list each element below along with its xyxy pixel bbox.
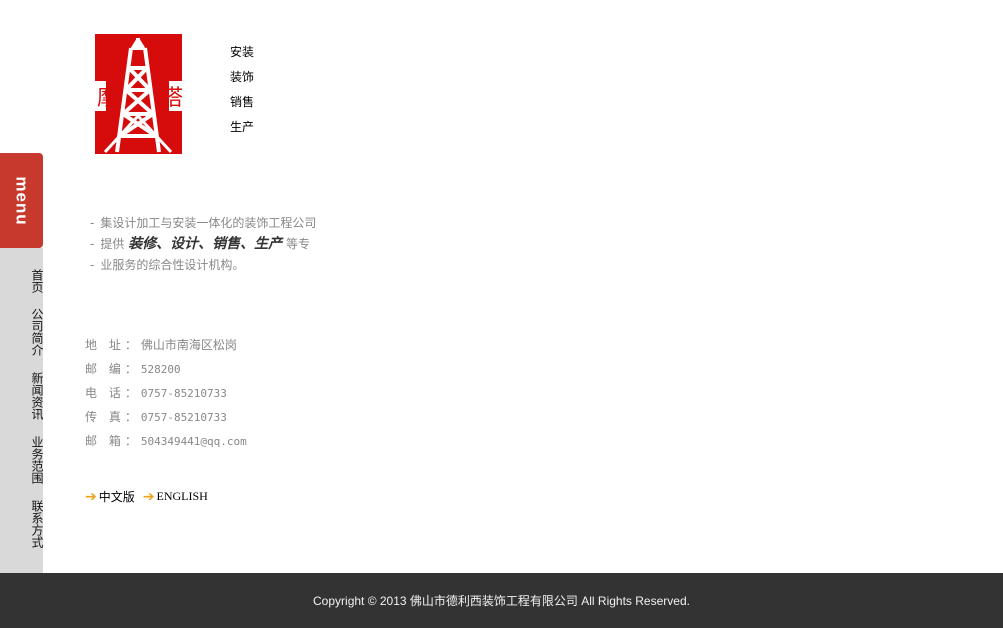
tagline-decoration: 装饰 xyxy=(230,70,255,84)
contact-fax: 传 真：0757-85210733 xyxy=(85,410,227,424)
sidebar-item-contact[interactable]: 联系方式 xyxy=(0,492,44,556)
sidebar-item-services[interactable]: 业务范围 xyxy=(0,428,44,492)
company-intro: - 集设计加工与安装一体化的装饰工程公司 - 提供 装修、设计、销售、生产 等专 -… xyxy=(90,213,316,276)
logo-char-left: 摩 xyxy=(97,86,119,111)
footer: Copyright © 2013 佛山市德利西装饰工程有限公司 All Righ… xyxy=(0,573,1003,628)
tagline-list: 安装 装饰 销售 生产 xyxy=(230,45,254,145)
company-logo[interactable]: 摩 塔 xyxy=(95,34,182,154)
tagline-install: 安装 xyxy=(230,45,255,59)
contact-phone: 电 话：0757-85210733 xyxy=(85,386,227,400)
tagline-production: 生产 xyxy=(230,120,255,134)
language-switcher: ➔ 中文版 ➔ ENGLISH xyxy=(85,488,216,505)
tagline-sales: 销售 xyxy=(230,95,255,109)
intro-services-highlight: 装修、设计、销售、生产 xyxy=(128,236,283,252)
menu-tab-label: menu xyxy=(12,175,32,226)
sidebar-item-news[interactable]: 新闻资讯 xyxy=(0,364,44,428)
intro-line-1: - 集设计加工与安装一体化的装饰工程公司 xyxy=(90,216,317,230)
sidebar-item-home[interactable]: 首页 xyxy=(0,262,44,300)
arrow-right-icon: ➔ xyxy=(85,488,97,505)
menu-tab[interactable]: menu xyxy=(0,153,43,248)
contact-info: 地 址：佛山市南海区松岗 邮 编：528200 电 话：0757-8521073… xyxy=(85,333,247,453)
contact-postcode: 邮 编：528200 xyxy=(85,362,181,376)
intro-line-2: - 提供 装修、设计、销售、生产 等专 xyxy=(90,236,311,252)
logo-graphic: 摩 塔 xyxy=(95,34,182,154)
contact-email: 邮 箱：504349441@qq.com xyxy=(85,434,247,448)
lang-english-link[interactable]: ➔ ENGLISH xyxy=(143,489,208,505)
copyright-text: Copyright © 2013 佛山市德利西装饰工程有限公司 All Righ… xyxy=(313,594,690,608)
sidebar-nav: 首页 公司简介 新闻资讯 业务范围 联系方式 xyxy=(0,262,44,556)
lang-chinese-link[interactable]: ➔ 中文版 xyxy=(85,488,135,505)
sidebar-item-about[interactable]: 公司简介 xyxy=(0,300,44,364)
arrow-right-icon: ➔ xyxy=(142,488,155,505)
contact-address: 地 址：佛山市南海区松岗 xyxy=(85,338,237,352)
logo-char-right: 塔 xyxy=(161,86,182,111)
intro-line-3: - 业服务的综合性设计机构。 xyxy=(90,258,245,272)
